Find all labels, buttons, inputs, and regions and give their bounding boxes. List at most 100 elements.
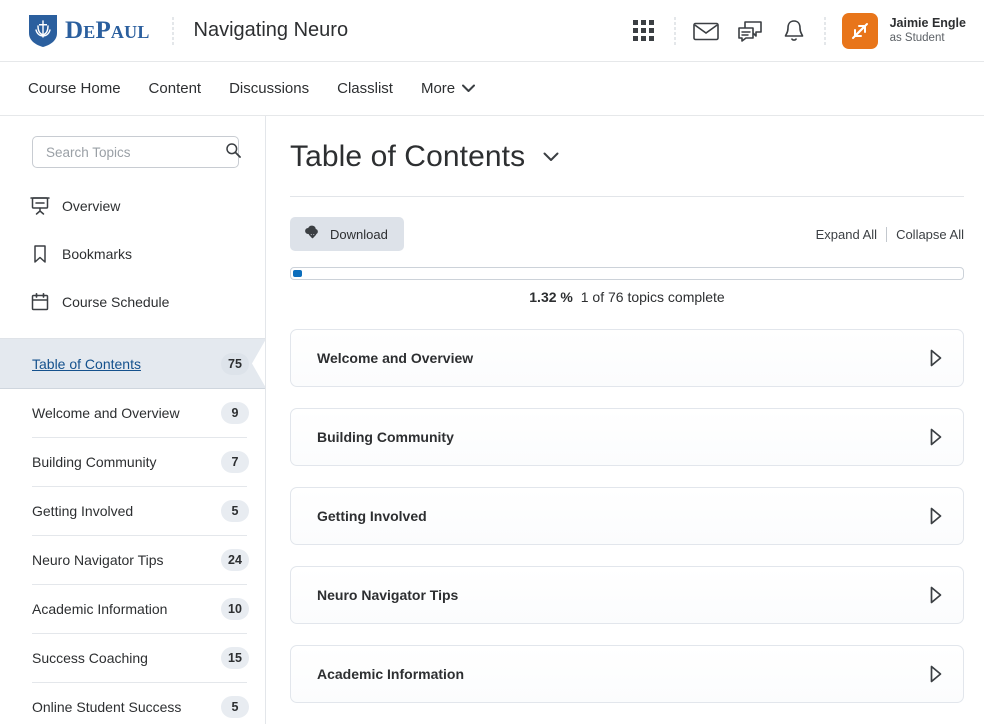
- chevron-down-icon: [462, 80, 476, 97]
- toc-item-label: Success Coaching: [32, 649, 148, 666]
- bell-icon[interactable]: [772, 9, 816, 53]
- course-nav-bar: Course Home Content Discussions Classlis…: [0, 62, 984, 116]
- depaul-shield-icon: [29, 14, 57, 47]
- sidebar-item-label: Course Schedule: [62, 294, 170, 310]
- brand-logo[interactable]: DePaul: [28, 14, 150, 48]
- triangle-right-icon[interactable]: [929, 428, 943, 446]
- course-title: Navigating Neuro: [193, 19, 349, 41]
- module-label: Neuro Navigator Tips: [317, 587, 459, 603]
- module-label: Building Community: [317, 429, 454, 445]
- brand-wordmark: DePaul: [65, 17, 150, 44]
- bookmark-icon: [30, 244, 60, 264]
- toc-item-label: Welcome and Overview: [32, 404, 180, 421]
- module-card-building-community[interactable]: Building Community: [290, 408, 964, 466]
- module-card-getting-involved[interactable]: Getting Involved: [290, 487, 964, 545]
- triangle-right-icon[interactable]: [929, 665, 943, 683]
- nav-item-course-home[interactable]: Course Home: [28, 80, 121, 97]
- avatar[interactable]: [841, 12, 878, 49]
- swap-arrows-icon: [851, 22, 868, 39]
- toc-item-count: 5: [221, 695, 249, 718]
- user-menu[interactable]: Jaimie Engle as Student: [841, 12, 966, 49]
- collapse-all-link[interactable]: Collapse All: [896, 227, 964, 242]
- sidebar-item-label: Overview: [62, 198, 121, 214]
- toc-item-count: 9: [221, 401, 249, 424]
- progress-caption: 1.32 % 1 of 76 topics complete: [290, 289, 964, 305]
- envelope-icon[interactable]: [684, 9, 728, 53]
- nav-label: More: [420, 80, 456, 97]
- download-button[interactable]: Download: [290, 217, 404, 251]
- waffle-grid-icon[interactable]: [622, 9, 666, 53]
- toc-item-label: Online Student Success: [32, 698, 182, 715]
- search-input[interactable]: [44, 143, 225, 161]
- calendar-icon: [30, 292, 60, 312]
- sidebar-item-overview[interactable]: Overview: [0, 182, 265, 230]
- quick-links: Overview Bookmarks Course Schedule: [0, 168, 265, 332]
- toc-item-count: 15: [221, 646, 249, 669]
- sidebar-item-neuro-navigator-tips[interactable]: Neuro Navigator Tips 24: [0, 535, 265, 584]
- nav-item-content[interactable]: Content: [149, 80, 202, 97]
- nav-label: Content: [148, 80, 202, 97]
- nav-item-classlist[interactable]: Classlist: [337, 80, 393, 97]
- search-area: [0, 116, 265, 168]
- page-title: Table of Contents: [290, 140, 526, 173]
- module-label: Welcome and Overview: [317, 350, 474, 366]
- top-header: DePaul Navigating Neuro Jaimie Engle as …: [0, 0, 984, 62]
- sidebar-item-success-coaching[interactable]: Success Coaching 15: [0, 633, 265, 682]
- search-topics-box[interactable]: [32, 136, 241, 168]
- triangle-right-icon[interactable]: [929, 507, 943, 525]
- progress-percent: 1.32 %: [529, 289, 573, 305]
- nav-item-more[interactable]: More: [420, 80, 476, 97]
- toc-item-label: Academic Information: [32, 600, 168, 617]
- toc-item-label: Table of Contents: [32, 355, 141, 372]
- nav-label: Classlist: [337, 80, 393, 97]
- download-label: Download: [330, 226, 388, 242]
- user-name: Jaimie Engle: [889, 15, 966, 30]
- triangle-right-icon[interactable]: [929, 586, 943, 604]
- expand-all-link[interactable]: Expand All: [816, 227, 877, 242]
- module-card-neuro-navigator-tips[interactable]: Neuro Navigator Tips: [290, 566, 964, 624]
- sidebar-item-online-student-success[interactable]: Online Student Success 5: [0, 682, 265, 724]
- toc-item-label: Building Community: [32, 453, 157, 470]
- page-layout: Overview Bookmarks Cours: [0, 116, 984, 724]
- module-list: Welcome and Overview Building Community …: [290, 329, 964, 703]
- chevron-down-icon[interactable]: [543, 152, 559, 162]
- user-info: Jaimie Engle as Student: [890, 16, 966, 46]
- content-sidebar: Overview Bookmarks Cours: [0, 116, 266, 724]
- main-content: Table of Contents Download Expand All Co…: [266, 116, 984, 724]
- toc-item-count: 10: [221, 597, 249, 620]
- module-label: Getting Involved: [317, 508, 427, 524]
- toc-item-count: 5: [221, 499, 249, 522]
- toc-item-label: Getting Involved: [32, 502, 134, 519]
- header-divider-dots: [171, 15, 174, 46]
- sidebar-item-academic-information[interactable]: Academic Information 10: [0, 584, 265, 633]
- content-toolbar: Download Expand All Collapse All: [290, 217, 964, 251]
- module-label: Academic Information: [317, 666, 465, 682]
- progress-bar: [290, 267, 964, 280]
- search-icon[interactable]: [225, 142, 241, 163]
- sidebar-item-table-of-contents[interactable]: Table of Contents 75: [0, 339, 265, 388]
- sidebar-item-course-schedule[interactable]: Course Schedule: [0, 278, 265, 326]
- page-header: Table of Contents: [290, 140, 964, 174]
- progress-status-text: 1 of 76 topics complete: [580, 289, 725, 305]
- chat-bubble-icon[interactable]: [728, 9, 772, 53]
- selection-notch: [252, 339, 265, 388]
- link-divider: [886, 226, 888, 242]
- module-card-welcome-and-overview[interactable]: Welcome and Overview: [290, 329, 964, 387]
- sidebar-item-bookmarks[interactable]: Bookmarks: [0, 230, 265, 278]
- toc-list: Table of Contents 75 Welcome and Overvie…: [0, 339, 265, 724]
- module-card-academic-information[interactable]: Academic Information: [290, 645, 964, 703]
- nav-item-discussions[interactable]: Discussions: [229, 80, 309, 97]
- progress-bar-fill: [293, 270, 302, 277]
- sidebar-item-building-community[interactable]: Building Community 7: [0, 437, 265, 486]
- presentation-icon: [30, 196, 60, 216]
- triangle-right-icon[interactable]: [929, 349, 943, 367]
- expand-collapse-links: Expand All Collapse All: [816, 226, 964, 242]
- toc-item-count: 24: [221, 548, 249, 571]
- sidebar-item-welcome-and-overview[interactable]: Welcome and Overview 9: [0, 388, 265, 437]
- sidebar-item-getting-involved[interactable]: Getting Involved 5: [0, 486, 265, 535]
- toc-item-count: 75: [221, 352, 249, 375]
- nav-label: Discussions: [229, 80, 310, 97]
- toc-item-label: Neuro Navigator Tips: [32, 551, 164, 568]
- header-tool-icons: [622, 9, 836, 53]
- user-role: as Student: [889, 32, 945, 45]
